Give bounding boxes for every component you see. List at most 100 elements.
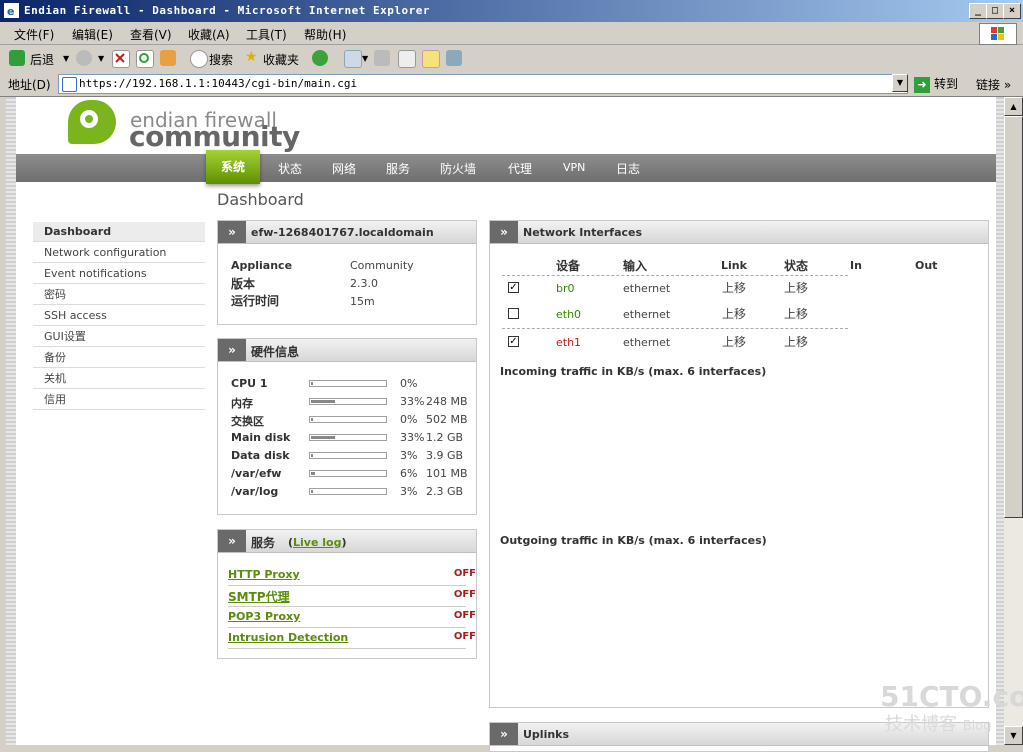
address-dropdown-icon[interactable]: ▼ [892, 74, 908, 92]
sidebar-item-dashboard[interactable]: Dashboard [33, 222, 205, 242]
nav-proxy[interactable]: 代理 [508, 160, 532, 177]
nav-system[interactable]: 系统 [206, 150, 260, 184]
maximize-button[interactable]: □ [986, 3, 1004, 19]
service-status: OFF [453, 631, 476, 642]
forward-arrow-icon[interactable] [76, 50, 92, 66]
nav-vpn[interactable]: VPN [563, 161, 585, 174]
links-button[interactable]: 链接 » [976, 76, 1011, 93]
interface-checkbox-eth0[interactable] [508, 308, 519, 319]
menu-edit[interactable]: 编辑(E) [72, 26, 113, 43]
nav-services[interactable]: 服务 [386, 160, 410, 177]
services-panel: » 服务 (Live log) HTTP Proxy OFF SMTP代理 OF… [217, 529, 477, 659]
watermark: 51CTO.com [880, 680, 1023, 713]
sidebar-item-password[interactable]: 密码 [33, 285, 205, 305]
interface-checkbox-br0[interactable]: ✓ [508, 282, 519, 293]
hardware-panel: » 硬件信息 CPU 1 0% 内存 33% 248 MB 交换区 0% 502 MB Main… [217, 338, 477, 515]
service-link-pop3-proxy[interactable]: POP3 Proxy [228, 610, 300, 623]
uptime-value: 15m [350, 295, 375, 308]
go-button[interactable]: ➜ 转到 [914, 75, 958, 93]
hw-size: 248 MB [426, 395, 468, 408]
chevron-right-icon[interactable]: » [490, 723, 518, 745]
home-icon[interactable] [160, 50, 176, 66]
service-link-http-proxy[interactable]: HTTP Proxy [228, 568, 300, 581]
windows-logo-icon [979, 23, 1017, 45]
service-link-smtp-proxy[interactable]: SMTP代理 [228, 588, 290, 605]
sidebar-item-credits[interactable]: 信用 [33, 390, 205, 410]
nav-status[interactable]: 状态 [278, 160, 302, 177]
media-icon[interactable] [312, 50, 328, 66]
search-icon[interactable] [190, 50, 208, 68]
interface-checkbox-eth1[interactable]: ✓ [508, 336, 519, 347]
mail-icon[interactable] [344, 50, 362, 68]
chevron-right-icon[interactable]: » [218, 339, 246, 361]
back-button[interactable]: 后退 [30, 51, 54, 68]
col-in: In [850, 259, 862, 272]
favorites-star-icon[interactable]: ★ [245, 49, 258, 65]
minimize-button[interactable]: _ [969, 3, 987, 19]
vertical-scrollbar[interactable]: ▲ ▼ [1004, 97, 1023, 745]
live-log-link[interactable]: Live log [293, 536, 341, 549]
hw-label: /var/efw [231, 467, 282, 480]
nav-logs[interactable]: 日志 [616, 160, 640, 177]
address-input[interactable]: https://192.168.1.1:10443/cgi-bin/main.c… [58, 74, 908, 94]
interface-status: 上移 [784, 307, 809, 321]
services-panel-header: » 服务 (Live log) [218, 530, 476, 553]
nav-network[interactable]: 网络 [332, 160, 356, 177]
discuss-icon[interactable] [422, 50, 440, 68]
divider [502, 328, 848, 329]
forward-dropdown-icon[interactable]: ▼ [98, 54, 104, 63]
sidebar-item-ssh-access[interactable]: SSH access [33, 306, 205, 326]
chevron-right-icon[interactable]: » [218, 221, 246, 243]
close-button[interactable]: × [1003, 3, 1021, 19]
go-arrow-icon: ➜ [914, 76, 930, 93]
nav-firewall[interactable]: 防火墙 [440, 160, 476, 177]
service-link-intrusion-detection[interactable]: Intrusion Detection [228, 631, 348, 644]
col-device: 设备 [556, 259, 581, 273]
ie-icon: e [4, 3, 19, 18]
menu-favorites[interactable]: 收藏(A) [188, 26, 230, 43]
menu-file[interactable]: 文件(F) [14, 26, 54, 43]
service-status: OFF [453, 589, 476, 600]
chevron-right-icon[interactable]: » [490, 221, 518, 243]
chevron-right-icon[interactable]: » [218, 530, 246, 552]
hw-usage-fill [311, 490, 313, 493]
menu-tools[interactable]: 工具(T) [246, 26, 287, 43]
system-panel: » efw-1268401767.localdomain Appliance C… [217, 220, 477, 325]
address-url[interactable]: https://192.168.1.1:10443/cgi-bin/main.c… [79, 77, 357, 90]
refresh-icon[interactable] [136, 50, 154, 68]
edit-icon[interactable] [398, 50, 416, 68]
search-button[interactable]: 搜索 [209, 51, 233, 68]
back-arrow-icon[interactable] [9, 50, 25, 66]
endian-logo[interactable]: endian firewall community [68, 100, 300, 153]
hw-usage-fill [311, 436, 335, 439]
sidebar-item-backup[interactable]: 备份 [33, 348, 205, 368]
uplinks-title: Uplinks [523, 728, 570, 741]
sidebar-item-gui-settings[interactable]: GUI设置 [33, 327, 205, 347]
hw-usage-fill [311, 454, 313, 457]
sidebar-item-shutdown[interactable]: 关机 [33, 369, 205, 389]
system-panel-header: » efw-1268401767.localdomain [218, 221, 476, 244]
scroll-up-icon[interactable]: ▲ [1004, 97, 1023, 116]
interface-status: 上移 [784, 335, 809, 349]
menu-view[interactable]: 查看(V) [130, 26, 172, 43]
sidebar-item-event-notifications[interactable]: Event notifications [33, 264, 205, 284]
version-label: 版本 [231, 277, 256, 291]
print-icon[interactable] [374, 50, 390, 66]
scroll-down-icon[interactable]: ▼ [1004, 726, 1023, 745]
col-out: Out [915, 259, 938, 272]
messenger-icon[interactable] [446, 50, 462, 66]
menu-help[interactable]: 帮助(H) [304, 26, 346, 43]
back-dropdown-icon[interactable]: ▼ [63, 54, 69, 63]
mail-dropdown-icon[interactable]: ▼ [362, 54, 368, 63]
scroll-thumb[interactable] [1004, 116, 1023, 518]
col-type: 输入 [623, 259, 648, 273]
hw-size: 1.2 GB [426, 431, 464, 444]
interface-link: 上移 [722, 281, 747, 295]
hw-usage-fill [311, 472, 315, 475]
stop-icon[interactable] [112, 50, 130, 68]
links-label: 链接 [976, 78, 1001, 92]
network-panel-header: » Network Interfaces [490, 221, 988, 244]
sidebar-item-network-configuration[interactable]: Network configuration [33, 243, 205, 263]
favorites-button[interactable]: 收藏夹 [263, 51, 299, 68]
window-title-bar: e Endian Firewall - Dashboard - Microsof… [0, 0, 1023, 22]
